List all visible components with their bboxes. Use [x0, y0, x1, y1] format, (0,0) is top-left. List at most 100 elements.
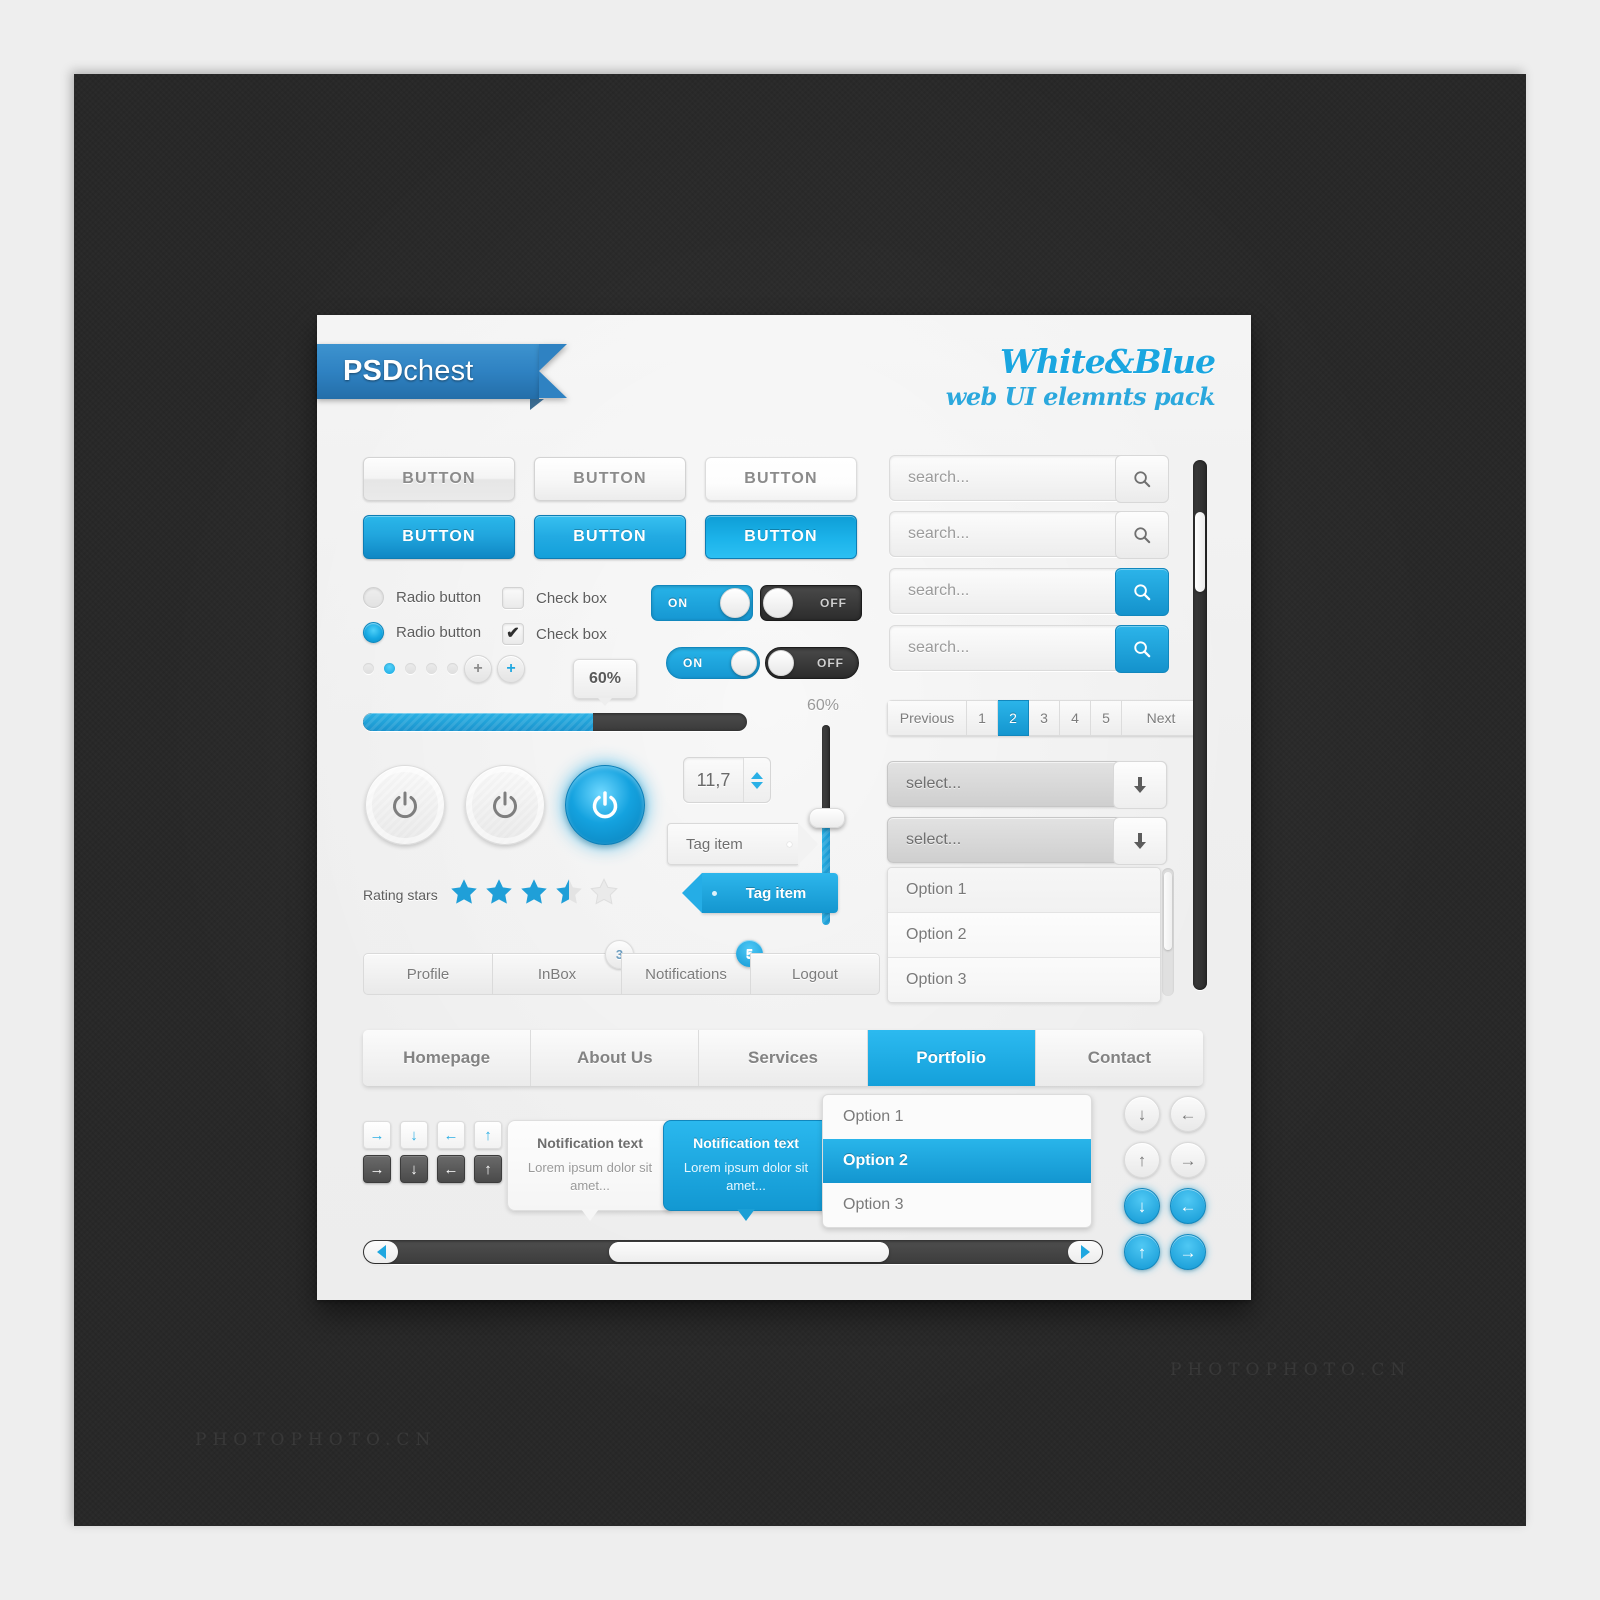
chevron-down-icon[interactable]: [751, 781, 763, 789]
toggle-small-on[interactable]: ON: [666, 647, 760, 679]
search-field-3[interactable]: search...: [889, 568, 1169, 616]
button-blue-2[interactable]: BUTTON: [534, 515, 686, 559]
pagination-next[interactable]: Next: [1122, 700, 1201, 736]
rating-stars[interactable]: [449, 877, 619, 907]
arrow-left-white-button[interactable]: ←: [437, 1121, 465, 1149]
star-icon-full-3[interactable]: [519, 877, 549, 907]
option-list-scrollbar-thumb[interactable]: [1164, 872, 1172, 950]
round-arrow-down-blue[interactable]: ↓: [1124, 1188, 1160, 1224]
nav-item-portfolio[interactable]: Portfolio: [867, 1030, 1036, 1086]
number-stepper-arrows[interactable]: [743, 758, 770, 802]
toggle-large-on[interactable]: ON: [651, 585, 753, 621]
star-icon-empty[interactable]: [589, 877, 619, 907]
pagination-page-2[interactable]: 2: [998, 700, 1029, 736]
plus-blue-button[interactable]: +: [497, 655, 525, 683]
button-white-1[interactable]: BUTTON: [363, 457, 515, 501]
number-stepper-value[interactable]: 11,7: [684, 770, 743, 791]
select-1[interactable]: select...: [887, 761, 1167, 809]
button-white-3[interactable]: BUTTON: [705, 457, 857, 501]
radio-row-off[interactable]: Radio button: [363, 587, 481, 608]
star-icon-full-1[interactable]: [449, 877, 479, 907]
arrow-left-dark-button[interactable]: ←: [437, 1155, 465, 1183]
star-icon-full-2[interactable]: [484, 877, 514, 907]
search-button-2[interactable]: [1115, 511, 1169, 559]
arrow-down-dark-button[interactable]: ↓: [400, 1155, 428, 1183]
select-option-3[interactable]: Option 3: [888, 958, 1160, 1002]
tab-logout[interactable]: Logout: [750, 953, 880, 995]
carousel-dot-4[interactable]: [426, 663, 437, 674]
round-arrow-left-white[interactable]: ←: [1170, 1096, 1206, 1132]
button-blue-1[interactable]: BUTTON: [363, 515, 515, 559]
round-arrow-down-white[interactable]: ↓: [1124, 1096, 1160, 1132]
tab-notifications[interactable]: Notifications 5: [621, 940, 763, 995]
round-arrow-right-blue[interactable]: →: [1170, 1234, 1206, 1270]
toggle-large-off[interactable]: OFF: [760, 585, 862, 621]
toggle-small-on-knob[interactable]: [731, 650, 757, 676]
radio-off-icon[interactable]: [363, 587, 384, 608]
round-arrow-up-blue[interactable]: ↑: [1124, 1234, 1160, 1270]
select-option-1[interactable]: Option 1: [888, 868, 1160, 913]
horizontal-scrollbar-thumb[interactable]: [609, 1242, 889, 1262]
checkbox-row-off[interactable]: Check box: [502, 587, 607, 609]
dropdown-option-1[interactable]: Option 1: [823, 1095, 1091, 1139]
search-button-4[interactable]: [1115, 625, 1169, 673]
checkbox-off-icon[interactable]: [502, 587, 524, 609]
tab-inbox[interactable]: InBox 3: [492, 940, 634, 995]
chevron-up-icon[interactable]: [751, 771, 763, 779]
toggle-small-off-knob[interactable]: [768, 650, 794, 676]
checkbox-on-icon[interactable]: ✔: [502, 623, 524, 645]
search-field-1[interactable]: search...: [889, 455, 1169, 503]
power-button-off-1[interactable]: [365, 765, 445, 845]
carousel-dot-5[interactable]: [447, 663, 458, 674]
pagination-page-3[interactable]: 3: [1029, 700, 1060, 736]
round-arrow-left-blue[interactable]: ←: [1170, 1188, 1206, 1224]
arrow-up-dark-button[interactable]: ↑: [474, 1155, 502, 1183]
plus-button[interactable]: +: [464, 655, 492, 683]
page-scrollbar-thumb[interactable]: [1195, 512, 1205, 592]
toggle-small-off[interactable]: OFF: [765, 647, 859, 679]
tag-item-blue[interactable]: Tag item: [682, 873, 838, 913]
nav-item-services[interactable]: Services: [699, 1030, 868, 1086]
carousel-dots[interactable]: [363, 663, 458, 674]
select-2[interactable]: select...: [887, 817, 1167, 865]
round-arrow-up-white[interactable]: ↑: [1124, 1142, 1160, 1178]
dropdown-option-2[interactable]: Option 2: [823, 1139, 1091, 1183]
checkbox-row-on[interactable]: ✔ Check box: [502, 623, 607, 645]
pagination-page-5[interactable]: 5: [1091, 700, 1122, 736]
tab-profile[interactable]: Profile: [363, 953, 492, 995]
search-button-3[interactable]: [1115, 568, 1169, 616]
toggle-large-off-knob[interactable]: [763, 588, 793, 618]
radio-on-icon[interactable]: [363, 622, 384, 643]
button-blue-3[interactable]: BUTTON: [705, 515, 857, 559]
arrow-up-white-button[interactable]: ↑: [474, 1121, 502, 1149]
dropdown-option-3[interactable]: Option 3: [823, 1183, 1091, 1227]
star-icon-half[interactable]: [554, 877, 584, 907]
pagination-previous[interactable]: Previous: [887, 700, 967, 736]
radio-row-on[interactable]: Radio button: [363, 622, 481, 643]
horizontal-scrollbar[interactable]: [363, 1240, 1103, 1264]
carousel-dot-3[interactable]: [405, 663, 416, 674]
carousel-dot-1[interactable]: [363, 663, 374, 674]
button-white-2[interactable]: BUTTON: [534, 457, 686, 501]
scroll-right-button[interactable]: [1068, 1241, 1102, 1263]
power-button-off-2[interactable]: [465, 765, 545, 845]
search-field-2[interactable]: search...: [889, 511, 1169, 559]
page-scrollbar[interactable]: [1193, 460, 1207, 990]
pagination-page-1[interactable]: 1: [967, 700, 998, 736]
progress-bar[interactable]: [363, 713, 747, 731]
select-2-arrow[interactable]: [1113, 817, 1167, 865]
option-list-scrollbar[interactable]: [1162, 868, 1174, 996]
scroll-left-button[interactable]: [364, 1241, 398, 1263]
carousel-dot-2[interactable]: [384, 663, 395, 674]
pagination-page-4[interactable]: 4: [1060, 700, 1091, 736]
tag-item-white[interactable]: Tag item: [667, 823, 818, 865]
nav-item-homepage[interactable]: Homepage: [363, 1030, 532, 1086]
select-option-2[interactable]: Option 2: [888, 913, 1160, 958]
power-button-on[interactable]: [565, 765, 645, 845]
select-1-arrow[interactable]: [1113, 761, 1167, 809]
nav-item-about-us[interactable]: About Us: [531, 1030, 700, 1086]
toggle-large-on-knob[interactable]: [720, 588, 750, 618]
search-field-4[interactable]: search...: [889, 625, 1169, 673]
number-stepper[interactable]: 11,7: [683, 757, 771, 803]
arrow-down-white-button[interactable]: ↓: [400, 1121, 428, 1149]
